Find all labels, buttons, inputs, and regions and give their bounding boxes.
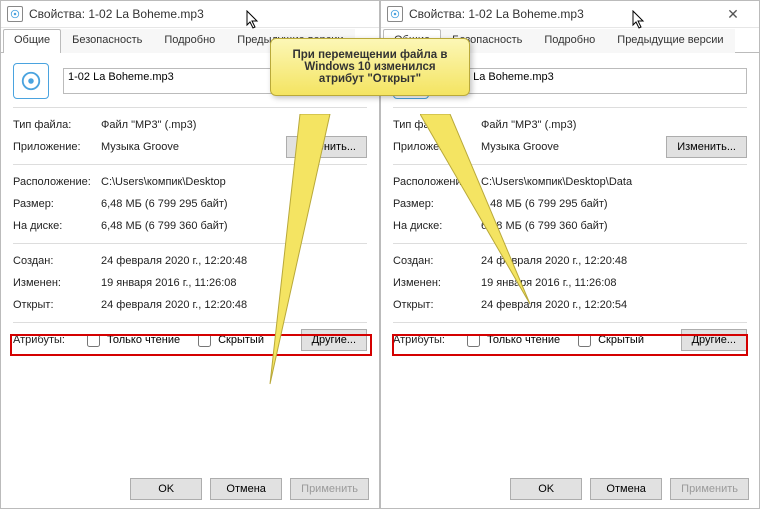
created-value: 24 февраля 2020 г., 12:20:48: [101, 255, 367, 267]
window-title: Свойства: 1-02 La Boheme.mp3: [409, 7, 713, 21]
tabs: Общие Безопасность Подробно Предыдущие в…: [381, 28, 759, 53]
filetype-label: Тип файла:: [393, 119, 481, 131]
app-value: Музыка Groove: [101, 141, 286, 153]
created-label: Создан:: [13, 255, 101, 267]
tabs: Общие Безопасность Подробно Предыдущие в…: [1, 28, 379, 53]
dialog-buttons: OK Отмена Применить: [510, 478, 749, 500]
sizeondisk-label: На диске:: [13, 220, 101, 232]
modified-label: Изменен:: [13, 277, 101, 289]
titlebar[interactable]: Свойства: 1-02 La Boheme.mp3 ✕: [381, 1, 759, 28]
tab-security[interactable]: Безопасность: [441, 29, 533, 53]
tab-security[interactable]: Безопасность: [61, 29, 153, 53]
properties-window-left: Свойства: 1-02 La Boheme.mp3 Общие Безоп…: [0, 0, 380, 509]
size-value: 6,48 МБ (6 799 295 байт): [481, 198, 747, 210]
tab-details[interactable]: Подробно: [153, 29, 226, 53]
file-icon: [7, 6, 23, 22]
tab-general[interactable]: Общие: [383, 29, 441, 53]
sizeondisk-label: На диске:: [393, 220, 481, 232]
filetype-label: Тип файла:: [13, 119, 101, 131]
hidden-checkbox[interactable]: Скрытый: [574, 331, 644, 350]
readonly-checkbox[interactable]: Только чтение: [83, 331, 180, 350]
titlebar[interactable]: Свойства: 1-02 La Boheme.mp3: [1, 1, 379, 28]
sizeondisk-value: 6,48 МБ (6 799 360 байт): [481, 220, 747, 232]
apply-button[interactable]: Применить: [670, 478, 749, 500]
tab-details[interactable]: Подробно: [533, 29, 606, 53]
file-icon: [387, 6, 403, 22]
tab-general[interactable]: Общие: [3, 29, 61, 53]
location-label: Расположение:: [13, 176, 101, 188]
ok-button[interactable]: OK: [130, 478, 202, 500]
cancel-button[interactable]: Отмена: [590, 478, 662, 500]
location-label: Расположение:: [393, 176, 481, 188]
created-label: Создан:: [393, 255, 481, 267]
properties-window-right: Свойства: 1-02 La Boheme.mp3 ✕ Общие Без…: [380, 0, 760, 509]
filename-input[interactable]: 1-02 La Boheme.mp3: [443, 68, 747, 94]
filename-input[interactable]: 1-02 La Boheme.mp3: [63, 68, 367, 94]
accessed-label: Открыт:: [393, 299, 481, 311]
tab-prev-versions[interactable]: Предыдущие версии: [606, 29, 734, 53]
sizeondisk-value: 6,48 МБ (6 799 360 байт): [101, 220, 367, 232]
app-label: Приложение:: [13, 141, 101, 153]
filetype-icon: [13, 63, 49, 99]
change-app-button[interactable]: Изменить...: [286, 136, 367, 158]
filetype-value: Файл "MP3" (.mp3): [481, 119, 747, 131]
advanced-button[interactable]: Другие...: [681, 329, 747, 351]
location-value: C:\Users\компик\Desktop: [101, 176, 367, 188]
filetype-value: Файл "MP3" (.mp3): [101, 119, 367, 131]
close-button[interactable]: ✕: [713, 1, 753, 27]
ok-button[interactable]: OK: [510, 478, 582, 500]
dialog-buttons: OK Отмена Применить: [130, 478, 369, 500]
app-label: Приложение:: [393, 141, 481, 153]
attributes-label: Атрибуты:: [393, 334, 459, 346]
size-value: 6,48 МБ (6 799 295 байт): [101, 198, 367, 210]
accessed-label: Открыт:: [13, 299, 101, 311]
modified-label: Изменен:: [393, 277, 481, 289]
window-title: Свойства: 1-02 La Boheme.mp3: [29, 7, 373, 21]
created-value: 24 февраля 2020 г., 12:20:48: [481, 255, 747, 267]
location-value: C:\Users\компик\Desktop\Data: [481, 176, 747, 188]
modified-value: 19 января 2016 г., 11:26:08: [481, 277, 747, 289]
cancel-button[interactable]: Отмена: [210, 478, 282, 500]
apply-button[interactable]: Применить: [290, 478, 369, 500]
accessed-value: 24 февраля 2020 г., 12:20:54: [481, 299, 747, 311]
hidden-checkbox[interactable]: Скрытый: [194, 331, 264, 350]
attributes-label: Атрибуты:: [13, 334, 79, 346]
advanced-button[interactable]: Другие...: [301, 329, 367, 351]
tab-prev-versions[interactable]: Предыдущие версии: [226, 29, 354, 53]
size-label: Размер:: [13, 198, 101, 210]
app-value: Музыка Groove: [481, 141, 666, 153]
size-label: Размер:: [393, 198, 481, 210]
accessed-value: 24 февраля 2020 г., 12:20:48: [101, 299, 367, 311]
change-app-button[interactable]: Изменить...: [666, 136, 747, 158]
readonly-checkbox[interactable]: Только чтение: [463, 331, 560, 350]
modified-value: 19 января 2016 г., 11:26:08: [101, 277, 367, 289]
filetype-icon: [393, 63, 429, 99]
